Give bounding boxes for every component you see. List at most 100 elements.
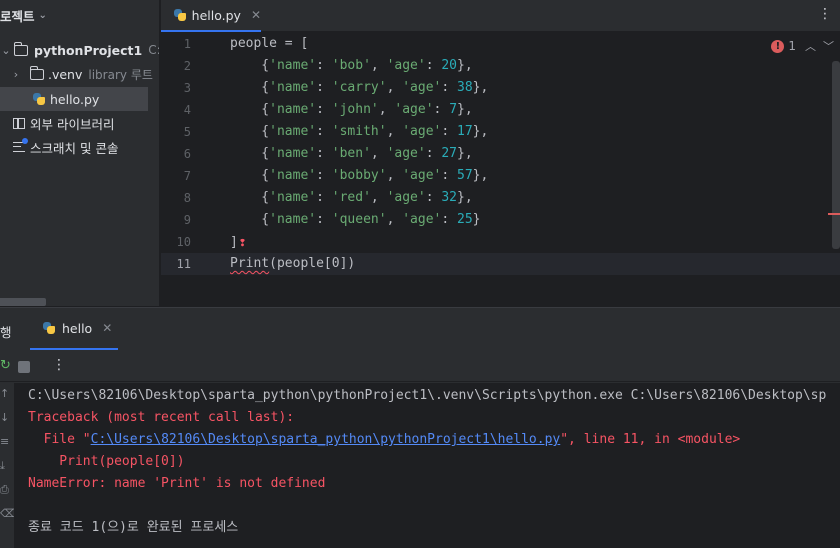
run-tab-hello[interactable]: hello ✕ xyxy=(30,308,118,350)
code-text: (people[0]) xyxy=(269,256,356,271)
dict-value-name: 'bobby' xyxy=(331,168,387,183)
code-line: {'name': 'smith', 'age': 17}, xyxy=(230,124,489,139)
console-traceback-line: Traceback (most recent call last): xyxy=(28,410,295,425)
console-side-toolbar: ↑ ↓ ≡ ⤓ ⎙ ⌫ xyxy=(0,383,16,548)
more-options-icon[interactable]: ⋮ xyxy=(818,6,832,22)
project-panel-header[interactable]: 로젝트 ⌄ xyxy=(0,0,159,30)
code-line: {'name': 'bobby', 'age': 57}, xyxy=(230,168,489,183)
code-line: people = [ xyxy=(230,36,309,51)
dict-value-name: 'john' xyxy=(331,102,379,117)
line-number: 7 xyxy=(183,169,191,183)
tree-item-hello-py[interactable]: hello.py xyxy=(0,87,148,111)
horizontal-scrollbar[interactable] xyxy=(0,298,46,306)
dict-key: 'age' xyxy=(402,168,442,183)
dict-key: 'age' xyxy=(394,102,434,117)
code-line: {'name': 'carry', 'age': 38}, xyxy=(230,80,489,95)
person-age: 20 xyxy=(441,58,458,73)
code-line: {'name': 'queen', 'age': 25} xyxy=(230,212,481,227)
line-number: 8 xyxy=(183,191,191,205)
dict-key: 'name' xyxy=(269,58,317,73)
dict-value-name: 'carry' xyxy=(331,80,387,95)
tree-item-label: 외부 라이브러리 xyxy=(30,116,115,132)
chevron-up-icon[interactable]: ︿ xyxy=(805,38,816,54)
line-number: 1 xyxy=(183,37,191,51)
error-bulb-icon[interactable]: ❢ xyxy=(239,231,246,253)
dict-key: 'name' xyxy=(269,212,317,227)
unresolved-reference[interactable]: Print xyxy=(230,256,269,271)
soft-wrap-icon[interactable]: ≡ xyxy=(0,435,9,448)
line-number: 10 xyxy=(176,235,191,249)
tree-item-external-libraries[interactable]: 외부 라이브러리 xyxy=(0,111,114,135)
code-line: {'name': 'bob', 'age': 20}, xyxy=(230,58,473,73)
dict-key: 'name' xyxy=(269,168,317,183)
line-number: 9 xyxy=(183,213,191,227)
person-name: john xyxy=(339,102,371,117)
console-output[interactable]: C:\Users\82106\Desktop\sparta_python\pyt… xyxy=(14,383,840,548)
rerun-icon[interactable]: ↻ xyxy=(0,358,11,373)
tree-item-label: .venv xyxy=(48,66,83,82)
vertical-scrollbar[interactable] xyxy=(832,61,840,249)
tab-label: hello xyxy=(62,320,93,336)
stop-icon[interactable] xyxy=(18,361,30,373)
person-name: bob xyxy=(339,58,364,73)
person-name: bobby xyxy=(339,168,379,183)
tree-item-project-root[interactable]: ⌄ pythonProject1 C:₩Use xyxy=(0,38,159,62)
dict-key: 'name' xyxy=(269,190,317,205)
person-age: 38 xyxy=(457,80,473,95)
line-number: 4 xyxy=(183,103,191,117)
code-editor[interactable]: 1 2 3 4 5 6 7 8 9 10 11 people = [ {'nam… xyxy=(161,33,840,306)
dict-key: 'age' xyxy=(402,124,442,139)
problems-indicator[interactable]: ! 1 xyxy=(771,39,796,53)
console-exit-line: 종료 코드 1(으)로 완료된 프로세스 xyxy=(28,520,239,535)
dict-value-name: 'smith' xyxy=(331,124,387,139)
closing-bracket: ] xyxy=(230,235,238,250)
python-file-icon xyxy=(173,8,186,22)
tree-item-scratches[interactable]: 스크래치 및 콘솔 xyxy=(0,135,118,159)
close-icon[interactable]: ✕ xyxy=(251,8,261,22)
error-icon: ! xyxy=(771,39,785,53)
line-number: 6 xyxy=(183,147,191,161)
arrow-up-icon[interactable]: ↑ xyxy=(0,387,9,400)
problems-count: 1 xyxy=(788,39,796,53)
tab-hello-py[interactable]: hello.py ✕ xyxy=(161,0,261,32)
run-toolbar: ↻ ⋮ xyxy=(0,350,840,382)
python-file-icon xyxy=(32,92,46,106)
person-name: smith xyxy=(339,124,379,139)
dict-value-name: 'queen' xyxy=(331,212,387,227)
dict-value-name: 'bob' xyxy=(331,58,371,73)
person-age: 57 xyxy=(457,168,473,183)
dict-key: 'age' xyxy=(402,80,442,95)
line-number: 2 xyxy=(183,59,191,73)
project-panel: 로젝트 ⌄ ⌄ pythonProject1 C:₩Use › .venv li… xyxy=(0,0,160,306)
error-stripe-marker[interactable] xyxy=(828,213,840,215)
tree-item-label: 스크래치 및 콘솔 xyxy=(30,140,119,156)
tree-item-label: hello.py xyxy=(50,91,100,107)
person-name: queen xyxy=(339,212,379,227)
dict-key: 'name' xyxy=(269,124,317,139)
print-icon[interactable]: ⎙ xyxy=(0,483,9,497)
person-name: red xyxy=(339,190,364,205)
dict-key: 'name' xyxy=(269,80,317,95)
console-text: ", line 11, in <module> xyxy=(560,432,741,447)
arrow-down-icon[interactable]: ↓ xyxy=(0,411,9,424)
chevron-down-icon[interactable]: ⌄ xyxy=(0,44,12,57)
scroll-to-end-icon[interactable]: ⤓ xyxy=(0,459,5,473)
more-options-icon[interactable]: ⋮ xyxy=(52,357,66,373)
person-age: 17 xyxy=(457,124,473,139)
chevron-right-icon[interactable]: › xyxy=(10,68,22,81)
person-name: carry xyxy=(339,80,379,95)
chevron-down-icon[interactable]: ﹀ xyxy=(823,38,834,54)
person-age: 27 xyxy=(441,146,458,161)
tree-item-label: pythonProject1 xyxy=(34,42,143,58)
close-icon[interactable]: ✕ xyxy=(102,321,112,335)
tree-item-venv[interactable]: › .venv library 루트 xyxy=(0,62,153,86)
folder-icon xyxy=(29,65,44,80)
code-line: ]❢ xyxy=(230,231,246,253)
dict-key: 'name' xyxy=(269,102,317,117)
person-age: 32 xyxy=(441,190,458,205)
line-number: 11 xyxy=(176,257,191,271)
library-icon xyxy=(13,117,25,129)
chevron-down-icon[interactable]: ⌄ xyxy=(39,10,47,21)
dict-key: 'age' xyxy=(386,58,426,73)
file-path-link[interactable]: C:\Users\82106\Desktop\sparta_python\pyt… xyxy=(91,432,561,447)
